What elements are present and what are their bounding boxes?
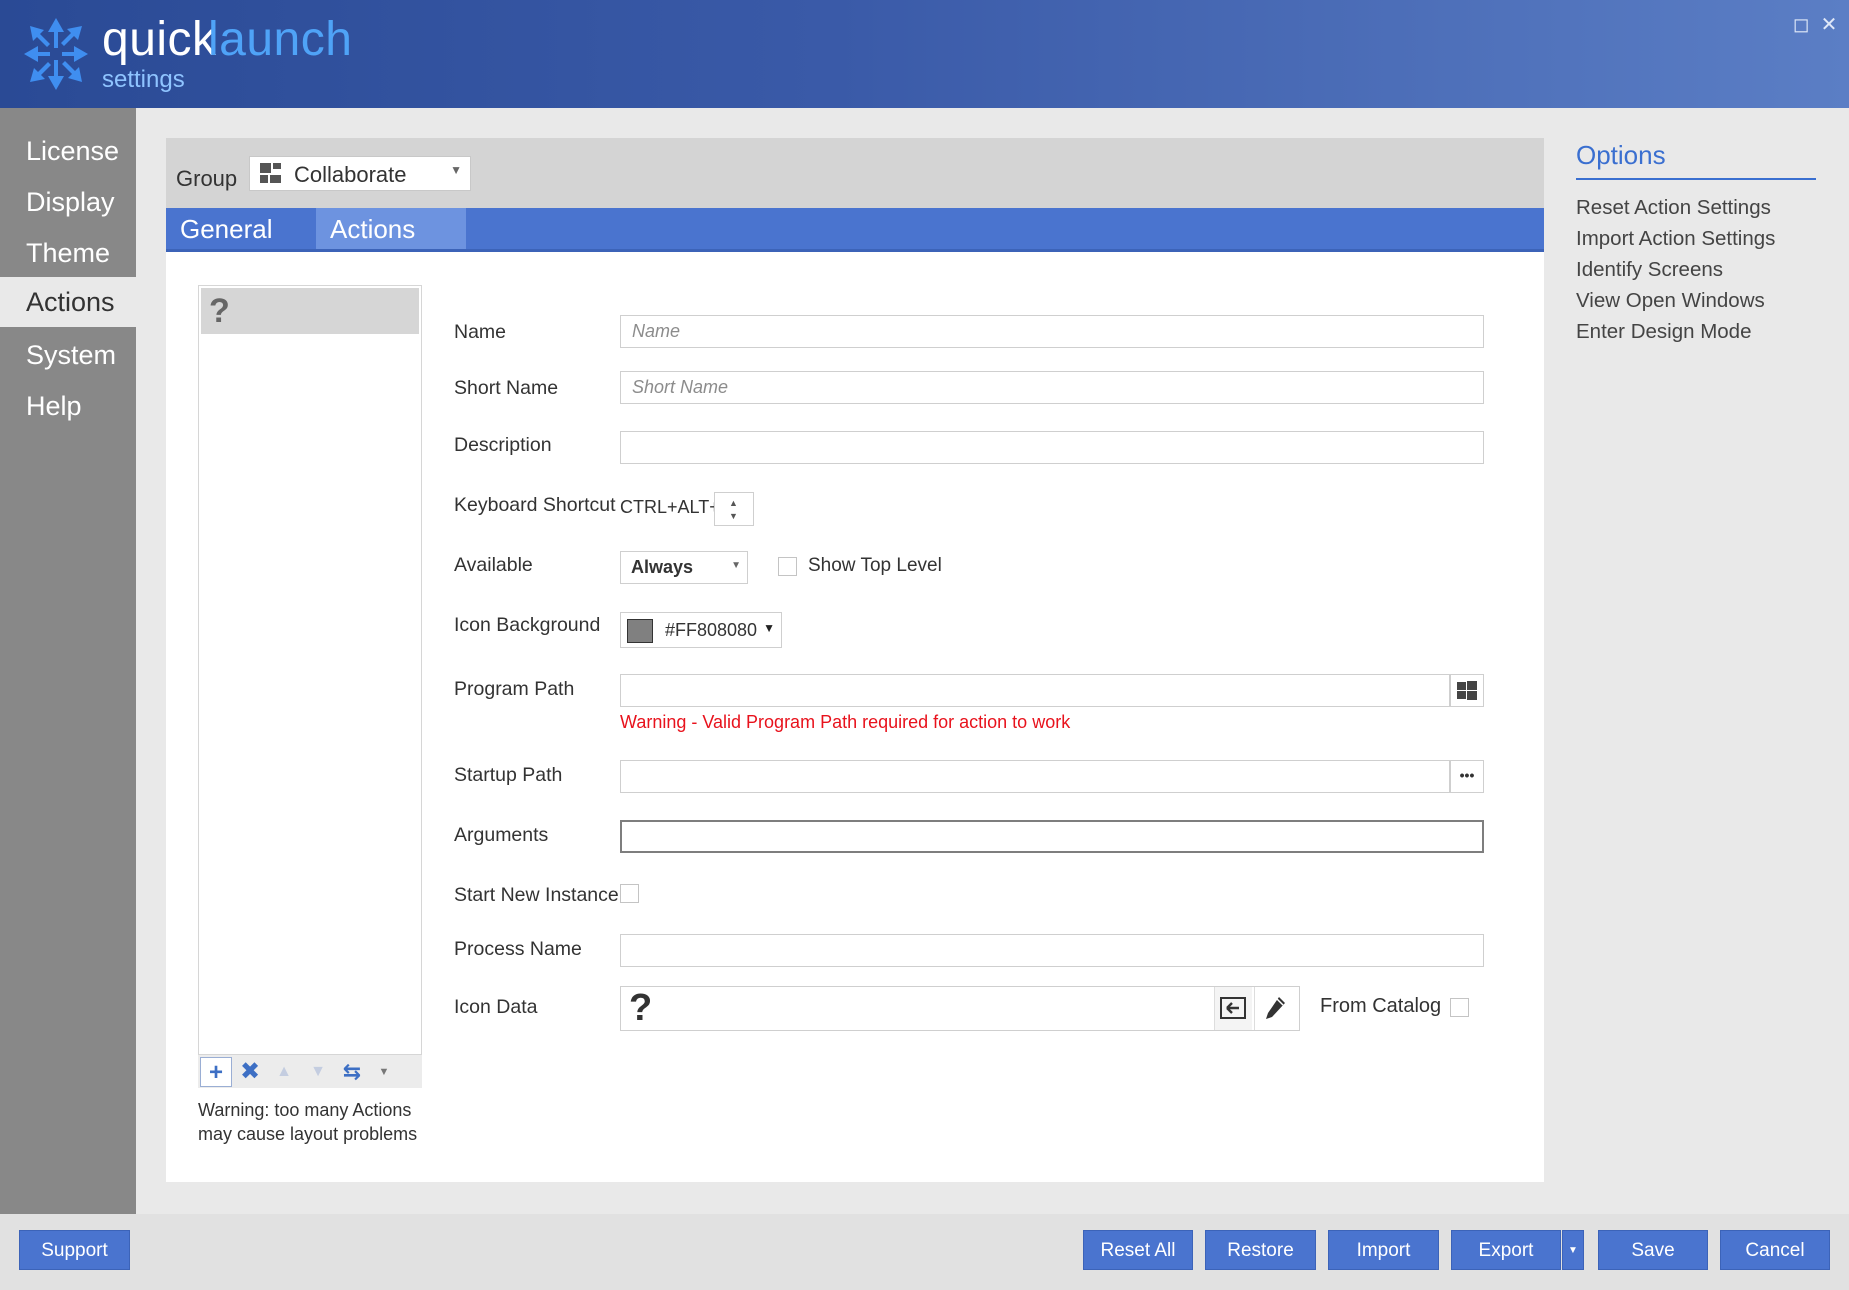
windows-browse-button[interactable] — [1450, 674, 1484, 707]
action-list-warning: Warning: too many Actions may cause layo… — [198, 1098, 438, 1146]
chevron-down-icon: ▼ — [731, 560, 741, 571]
nav-item-display[interactable]: Display — [0, 177, 136, 227]
available-dropdown[interactable]: Always ▼ — [620, 551, 748, 584]
program-path-field[interactable] — [620, 674, 1450, 707]
cancel-button[interactable]: Cancel — [1720, 1230, 1830, 1270]
show-top-level-label: Show Top Level — [808, 555, 942, 576]
nav-item-theme[interactable]: Theme — [0, 228, 136, 278]
brand-launch: launch — [208, 13, 353, 66]
short-name-label: Short Name — [454, 377, 559, 399]
icon-data-field[interactable]: ? — [620, 986, 1300, 1031]
action-list-toolbar: + ✖ ▲ ▼ ⇆ ▼ — [198, 1054, 422, 1088]
reset-all-button[interactable]: Reset All — [1083, 1230, 1193, 1270]
tab-actions[interactable]: Actions — [316, 208, 466, 250]
description-label: Description — [454, 434, 552, 456]
question-icon: ? — [629, 987, 653, 1029]
group-dropdown[interactable]: Collaborate ▼ — [249, 156, 471, 191]
program-path-label: Program Path — [454, 678, 575, 700]
warning-line-1: Warning: too many Actions — [198, 1100, 412, 1120]
add-action-button[interactable]: + — [200, 1057, 232, 1087]
move-down-button[interactable]: ▼ — [302, 1057, 334, 1087]
options-divider — [1576, 178, 1816, 180]
close-icon[interactable]: ✕ — [1816, 12, 1842, 38]
start-new-instance-checkbox[interactable] — [620, 884, 639, 903]
delete-action-button[interactable]: ✖ — [234, 1057, 266, 1087]
color-swatch — [627, 619, 653, 643]
browse-button[interactable]: ••• — [1450, 760, 1484, 793]
keyboard-shortcut-prefix: CTRL+ALT+ — [620, 497, 720, 517]
export-dropdown-button[interactable]: ▼ — [1562, 1230, 1584, 1270]
keyboard-shortcut-stepper[interactable]: ▲ ▼ — [714, 492, 754, 526]
nav-item-license[interactable]: License — [0, 126, 136, 176]
tab-underline — [166, 249, 1544, 252]
arguments-label: Arguments — [454, 824, 549, 846]
show-top-level-checkbox[interactable] — [778, 557, 797, 576]
reset-action-settings-link[interactable]: Reset Action Settings — [1576, 196, 1771, 220]
sidebar-nav: License Display Theme Actions System Hel… — [0, 108, 136, 1214]
startup-path-label: Startup Path — [454, 764, 563, 786]
startup-path-field[interactable] — [620, 760, 1450, 793]
tiles-icon — [260, 163, 284, 185]
icon-background-picker[interactable]: #FF808080 ▼ — [620, 612, 782, 648]
save-button[interactable]: Save — [1598, 1230, 1708, 1270]
maximize-icon[interactable]: ◻ — [1788, 12, 1814, 38]
nav-item-system[interactable]: System — [0, 330, 136, 380]
chevron-up-icon[interactable]: ▲ — [729, 498, 738, 508]
available-label: Available — [454, 554, 533, 576]
title-bar: quick launch settings ◻ ✕ — [0, 0, 1849, 108]
more-dropdown-button[interactable]: ▼ — [368, 1057, 400, 1087]
description-field[interactable] — [620, 431, 1484, 464]
group-value: Collaborate — [294, 162, 407, 187]
support-button[interactable]: Support — [19, 1230, 130, 1270]
move-up-button[interactable]: ▲ — [268, 1057, 300, 1087]
view-open-windows-link[interactable]: View Open Windows — [1576, 289, 1765, 313]
quicklaunch-logo-icon — [24, 18, 88, 90]
action-list[interactable]: ? — [198, 285, 422, 1055]
question-icon: ? — [209, 292, 230, 330]
list-item[interactable]: ? — [201, 288, 419, 334]
import-button[interactable]: Import — [1328, 1230, 1439, 1270]
identify-screens-link[interactable]: Identify Screens — [1576, 258, 1723, 282]
nav-item-actions[interactable]: Actions — [0, 277, 136, 327]
keyboard-shortcut-label: Keyboard Shortcut — [454, 494, 616, 516]
export-button[interactable]: Export — [1451, 1230, 1561, 1270]
from-catalog-checkbox[interactable] — [1450, 998, 1469, 1017]
from-catalog-label: From Catalog — [1320, 995, 1442, 1017]
process-name-label: Process Name — [454, 938, 582, 960]
short-name-field[interactable] — [620, 371, 1484, 404]
import-action-settings-link[interactable]: Import Action Settings — [1576, 227, 1775, 251]
windows-icon — [1457, 681, 1477, 700]
options-title: Options — [1576, 140, 1666, 170]
nav-item-help[interactable]: Help — [0, 381, 136, 431]
available-value: Always — [631, 557, 694, 577]
swap-icon[interactable]: ⇆ — [336, 1057, 368, 1087]
brand-subtitle: settings — [102, 66, 185, 93]
edit-icon-button[interactable] — [1254, 987, 1294, 1030]
group-label: Group — [176, 166, 238, 191]
name-field[interactable] — [620, 315, 1484, 348]
arguments-field[interactable] — [620, 820, 1484, 853]
program-path-warning: Warning - Valid Program Path required fo… — [620, 712, 1071, 732]
start-new-instance-label: Start New Instance — [454, 884, 619, 906]
icon-background-value: #FF808080 — [665, 620, 758, 640]
name-label: Name — [454, 321, 507, 343]
group-bar: Group Collaborate ▼ — [166, 138, 1544, 208]
icon-data-label: Icon Data — [454, 996, 538, 1018]
chevron-down-icon: ▼ — [450, 163, 462, 177]
tab-bar: General Actions — [166, 208, 1544, 250]
tab-general[interactable]: General — [166, 208, 316, 250]
warning-line-2: may cause layout problems — [198, 1124, 418, 1144]
restore-button[interactable]: Restore — [1205, 1230, 1316, 1270]
process-name-field[interactable] — [620, 934, 1484, 967]
icon-background-label: Icon Background — [454, 614, 601, 636]
brand-quick: quick — [102, 13, 217, 66]
enter-design-mode-link[interactable]: Enter Design Mode — [1576, 320, 1751, 344]
chevron-down-icon[interactable]: ▼ — [729, 511, 738, 521]
import-icon — [1220, 997, 1246, 1019]
actions-panel: Group Collaborate ▼ General Actions ? + … — [166, 138, 1544, 1182]
import-icon-button[interactable] — [1214, 987, 1252, 1030]
pencil-icon — [1266, 997, 1285, 1019]
chevron-down-icon: ▼ — [763, 621, 775, 635]
